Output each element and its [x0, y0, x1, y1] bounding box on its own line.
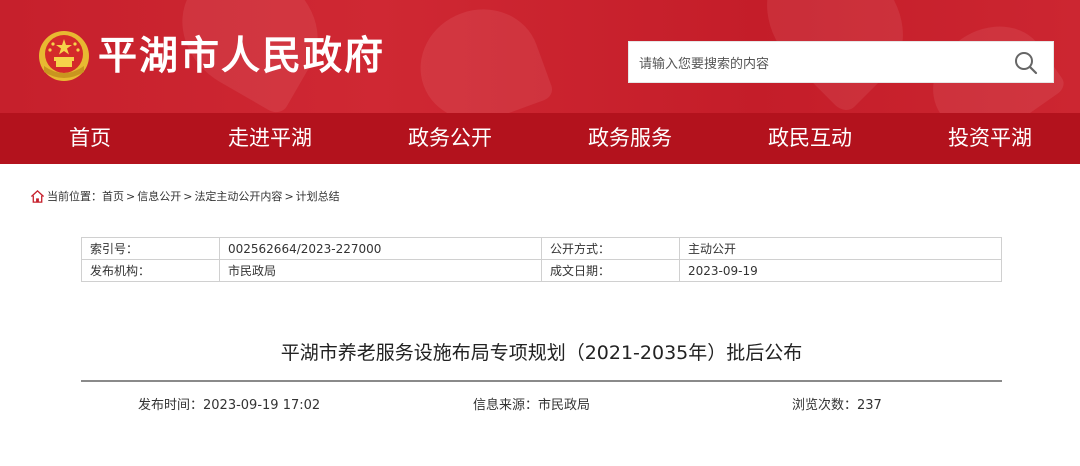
breadcrumb-separator: >	[284, 189, 294, 203]
view-count-value: 237	[857, 398, 882, 413]
nav-item-about[interactable]: 走进平湖	[180, 113, 360, 164]
nav-item-gov-info[interactable]: 政务公开	[360, 113, 540, 164]
nav-item-investment[interactable]: 投资平湖	[900, 113, 1080, 164]
site-header: 平湖市人民政府	[0, 0, 1080, 113]
document-meta-table: 索引号： 002562664/2023-227000 公开方式： 主动公开 发布…	[81, 237, 1002, 282]
meta-value-disclosure: 主动公开	[679, 237, 1002, 260]
table-row: 索引号： 002562664/2023-227000 公开方式： 主动公开	[81, 237, 1002, 260]
breadcrumb-item-info-public[interactable]: 信息公开	[137, 188, 181, 204]
nav-item-gov-service[interactable]: 政务服务	[540, 113, 720, 164]
meta-label-doc-date: 成文日期：	[541, 259, 680, 282]
breadcrumb-item-home[interactable]: 首页	[102, 188, 124, 204]
meta-value-doc-date: 2023-09-19	[679, 259, 1002, 282]
breadcrumb-item-plan-summary[interactable]: 计划总结	[296, 188, 340, 204]
breadcrumb-separator: >	[183, 189, 193, 203]
breadcrumb-prefix: 当前位置：	[47, 190, 102, 203]
breadcrumb-separator: >	[126, 189, 136, 203]
main-nav: 首页 走进平湖 政务公开 政务服务 政民互动 投资平湖	[0, 113, 1080, 164]
site-title[interactable]: 平湖市人民政府	[98, 29, 385, 85]
search-input[interactable]	[637, 50, 1001, 78]
nav-item-home[interactable]: 首页	[0, 113, 180, 164]
publish-time-label: 发布时间：	[138, 398, 204, 413]
publish-time-value: 2023-09-19 17:02	[203, 398, 321, 413]
meta-value-index: 002562664/2023-227000	[219, 237, 542, 260]
source-value: 市民政局	[538, 398, 591, 413]
national-emblem-icon	[39, 31, 89, 81]
source-label: 信息来源：	[473, 398, 539, 413]
table-row: 发布机构： 市民政局 成文日期： 2023-09-19	[81, 259, 1002, 282]
background-leaf	[404, 0, 556, 113]
article-title: 平湖市养老服务设施布局专项规划（2021-2035年）批后公布	[280, 342, 803, 364]
meta-label-disclosure: 公开方式：	[541, 237, 680, 260]
breadcrumb: 当前位置： 首页 > 信息公开 > 法定主动公开内容 > 计划总结	[30, 188, 340, 204]
meta-value-publisher: 市民政局	[219, 259, 542, 282]
source-info: 信息来源：市民政局	[473, 397, 590, 415]
view-count-info: 浏览次数：237	[792, 397, 882, 415]
title-divider	[81, 380, 1002, 382]
meta-label-index: 索引号：	[81, 237, 220, 260]
breadcrumb-item-statutory[interactable]: 法定主动公开内容	[194, 188, 282, 204]
nav-item-interaction[interactable]: 政民互动	[720, 113, 900, 164]
search-icon[interactable]	[1013, 50, 1039, 76]
view-count-label: 浏览次数：	[792, 398, 858, 413]
home-icon	[30, 189, 45, 203]
publish-time-info: 发布时间：2023-09-19 17:02	[138, 397, 320, 415]
search-box	[628, 41, 1054, 83]
meta-label-publisher: 发布机构：	[81, 259, 220, 282]
